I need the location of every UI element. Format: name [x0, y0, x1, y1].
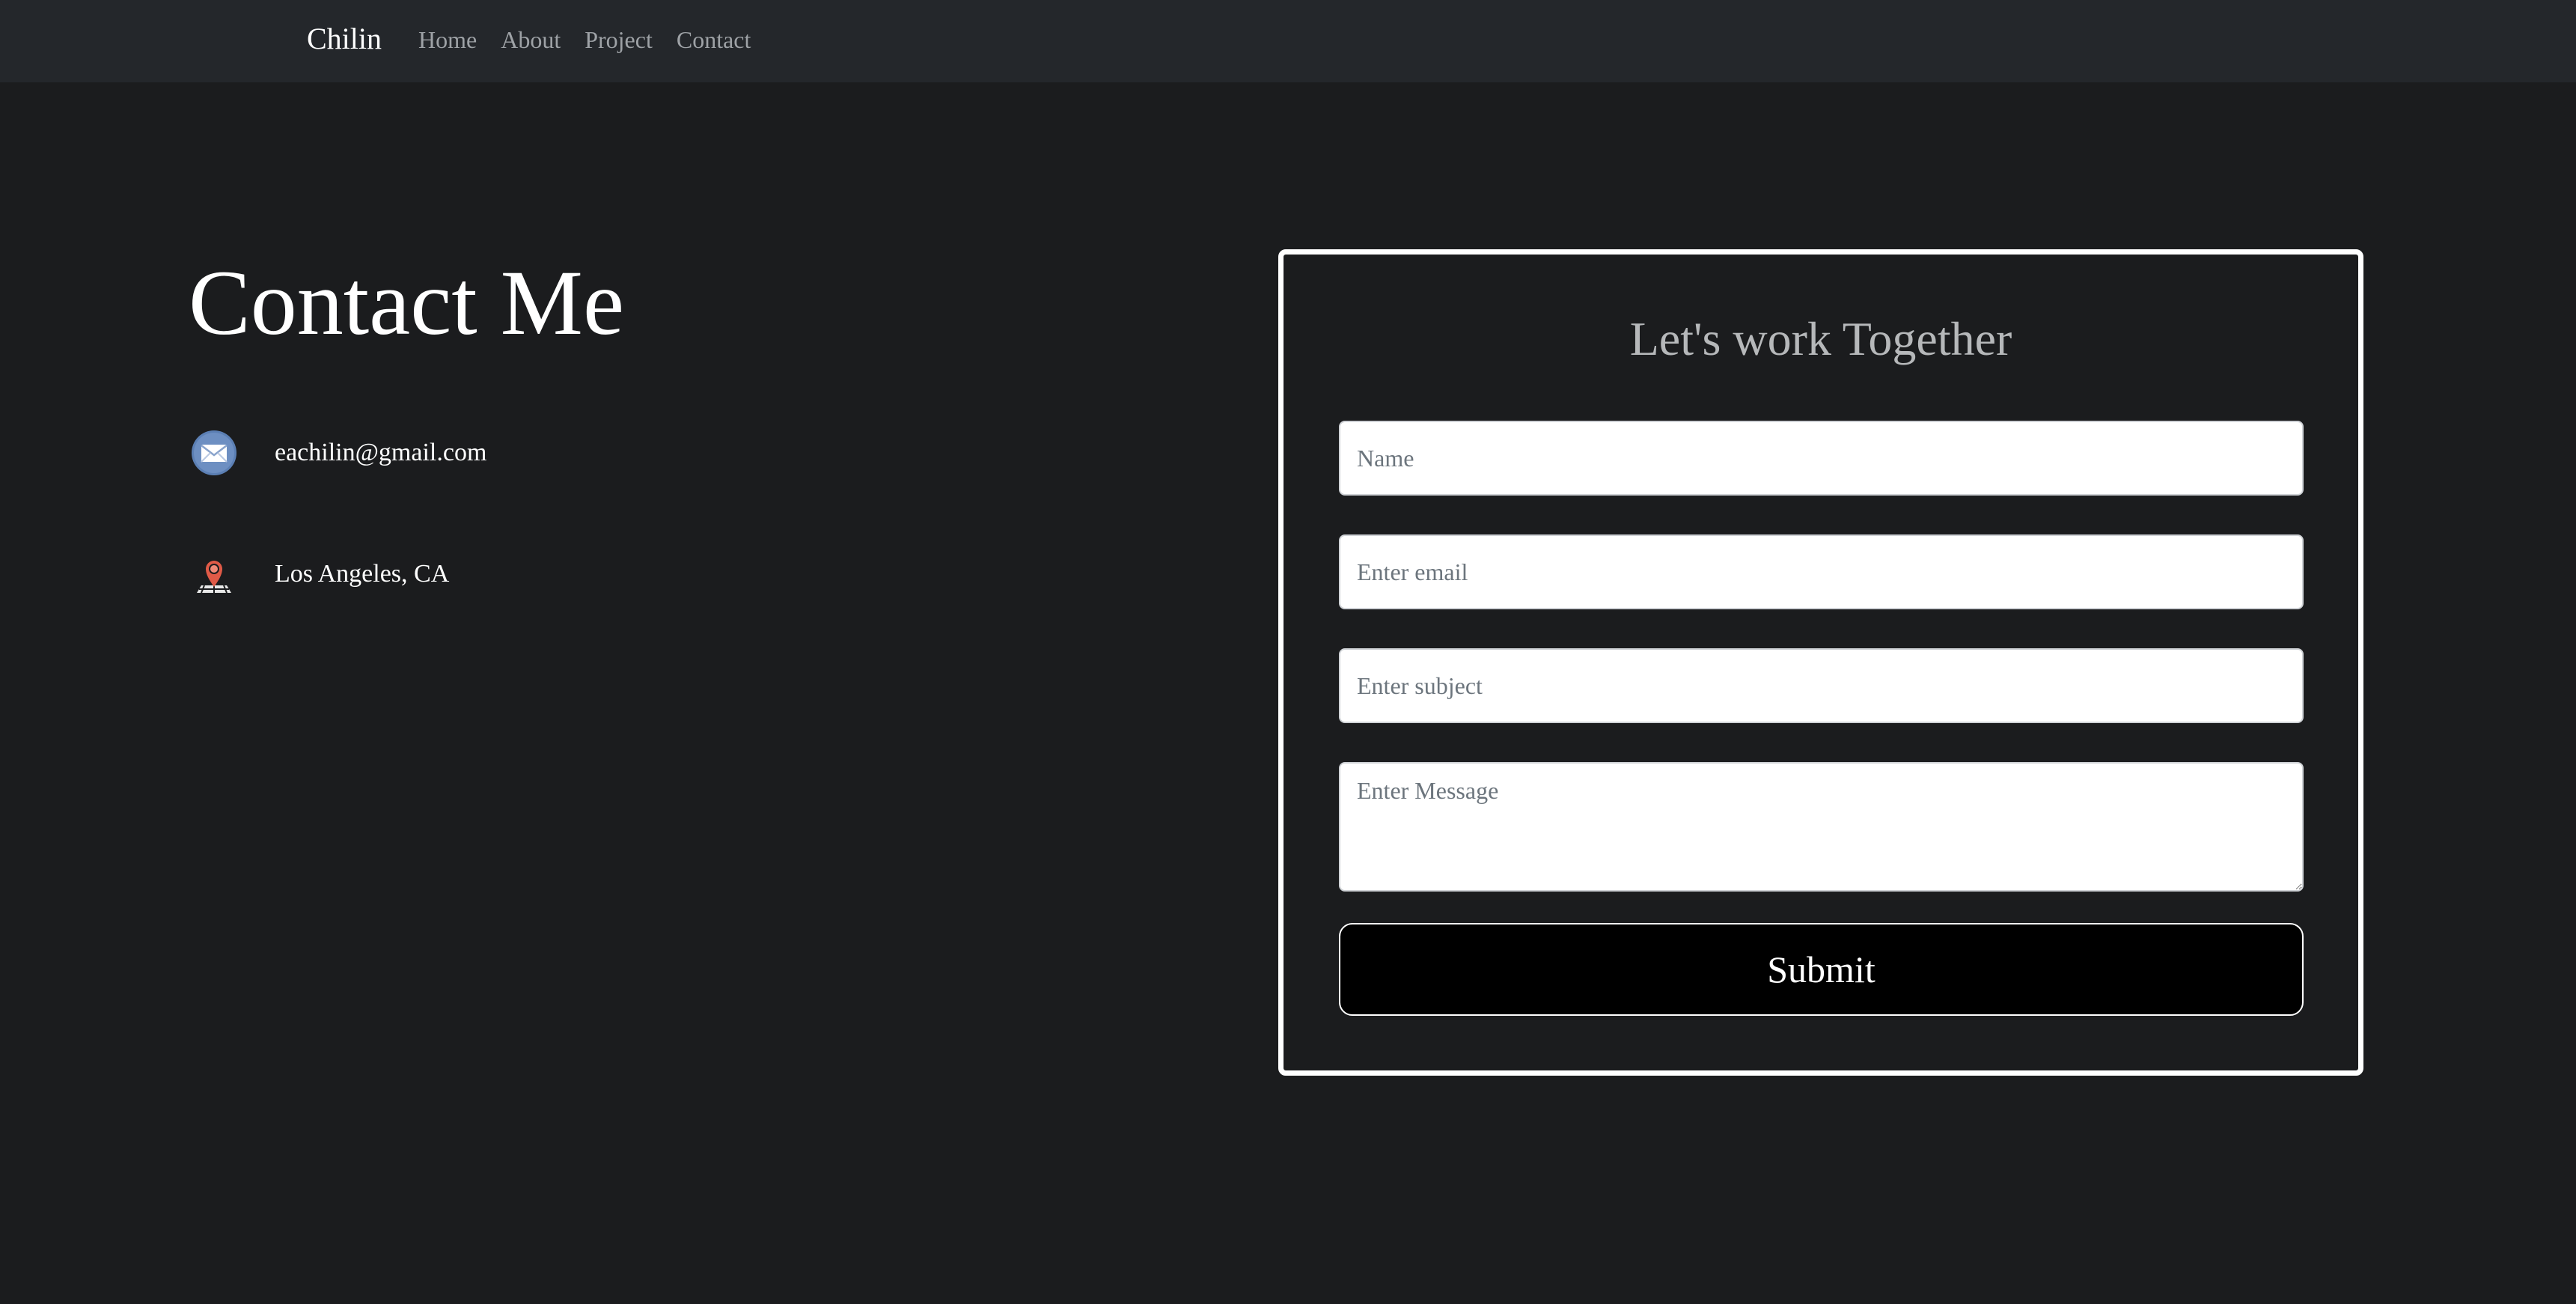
form-title: Let's work Together: [1629, 312, 2012, 365]
brand-logo[interactable]: Chilin: [307, 19, 382, 58]
contact-email-text: eachilin@gmail.com: [275, 439, 487, 466]
nav-link-project[interactable]: Project: [585, 23, 653, 56]
contact-location-text: Los Angeles, CA: [275, 560, 450, 588]
name-input[interactable]: [1339, 421, 2304, 496]
navbar: Chilin Home About Project Contact: [0, 0, 2576, 82]
map-pin-icon: [197, 561, 231, 594]
nav-links: Home About Project Contact: [418, 23, 751, 56]
nav-link-home[interactable]: Home: [418, 23, 477, 56]
submit-button[interactable]: Submit: [1339, 923, 2304, 1016]
contact-location-row: Los Angeles, CA: [191, 551, 449, 597]
message-textarea[interactable]: [1339, 762, 2304, 892]
page-title: Contact Me: [189, 252, 624, 354]
contact-email-row: eachilin@gmail.com: [191, 430, 486, 476]
email-input[interactable]: [1339, 534, 2304, 609]
subject-input[interactable]: [1339, 648, 2304, 723]
envelope-icon: [192, 430, 236, 475]
contact-form: Let's work Together Submit: [1278, 249, 2363, 1076]
nav-link-contact[interactable]: Contact: [677, 23, 751, 56]
nav-link-about[interactable]: About: [501, 23, 561, 56]
